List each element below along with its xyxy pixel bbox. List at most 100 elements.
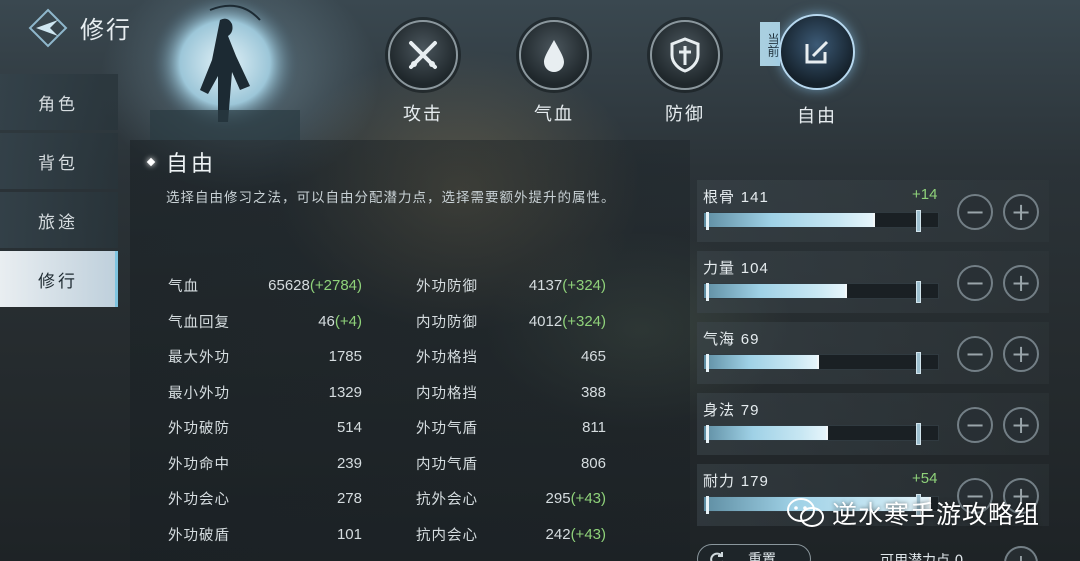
stat-value: 1785 bbox=[328, 348, 362, 366]
attribute-minus-button[interactable]: − bbox=[957, 194, 993, 230]
attribute-row-qi: 气海 69 − + bbox=[697, 322, 1049, 384]
wechat-icon bbox=[787, 498, 824, 527]
attribute-bar-fill bbox=[704, 426, 829, 440]
stat-value: 811 bbox=[582, 419, 606, 437]
tab-vitality[interactable]: 气血 bbox=[514, 20, 594, 126]
stat-value: 46(+4) bbox=[318, 312, 362, 330]
attribute-minus-button[interactable]: − bbox=[957, 407, 993, 443]
attribute-label: 身法 79 bbox=[703, 401, 760, 419]
stat-value: 65628(+2784) bbox=[268, 277, 362, 295]
attribute-bar-fill bbox=[704, 213, 875, 227]
stat-name: 气血 bbox=[168, 279, 199, 296]
reset-label: 重置 bbox=[748, 552, 776, 561]
attribute-minus-button[interactable]: − bbox=[957, 336, 993, 372]
attribute-bonus: +14 bbox=[912, 186, 938, 203]
tab-attack[interactable]: 攻击 bbox=[383, 20, 463, 126]
page-title: 修行 bbox=[80, 16, 132, 44]
attribute-bar bbox=[703, 352, 939, 374]
sidebar-item-bag[interactable]: 背包 bbox=[0, 133, 118, 189]
attribute-row-agility: 身法 79 − + bbox=[697, 393, 1049, 455]
stat-value: 4137(+324) bbox=[528, 277, 606, 295]
tab-label: 攻击 bbox=[403, 104, 443, 125]
tab-defense[interactable]: 防御 bbox=[645, 20, 725, 126]
stat-value: 465 bbox=[580, 348, 606, 366]
stat-name: 外功防御 bbox=[416, 279, 478, 296]
attribute-plus-button[interactable]: + bbox=[1003, 265, 1039, 301]
reset-button[interactable]: 重置 bbox=[697, 544, 811, 561]
section-description: 选择自由修习之法，可以自由分配潜力点，选择需要额外提升的属性。 bbox=[166, 190, 616, 206]
stat-name: 外功会心 bbox=[168, 492, 230, 509]
sidebar-item-character[interactable]: 角色 bbox=[0, 74, 118, 130]
bar-start-marker bbox=[706, 496, 709, 514]
attribute-label: 耐力 179 bbox=[703, 472, 769, 490]
bar-limit-marker bbox=[916, 352, 921, 374]
stat-name: 内功防御 bbox=[416, 314, 478, 331]
attribute-plus-button[interactable]: + bbox=[1003, 336, 1039, 372]
blood-drop-icon bbox=[519, 20, 589, 90]
stat-name: 抗内会心 bbox=[416, 527, 478, 544]
shield-icon bbox=[650, 20, 720, 90]
stat-row: 气血 65628(+2784) 外功防御 4137(+324) bbox=[168, 268, 618, 304]
attribute-label: 根骨 141 bbox=[703, 188, 769, 206]
stat-row: 外功会心 278 抗外会心 295(+43) bbox=[168, 481, 618, 517]
watermark: 逆水寒手游攻略组 bbox=[786, 495, 1040, 531]
sidebar-item-label: 角色 bbox=[38, 94, 78, 115]
bar-start-marker bbox=[706, 212, 709, 230]
stat-name: 抗外会心 bbox=[416, 492, 478, 509]
stat-value: 388 bbox=[580, 383, 606, 401]
stat-name: 外功命中 bbox=[168, 456, 230, 473]
sidebar-item-label: 修行 bbox=[38, 271, 78, 292]
bar-limit-marker bbox=[916, 423, 921, 445]
stat-value: 806 bbox=[580, 454, 606, 472]
attribute-plus-button[interactable]: + bbox=[1003, 194, 1039, 230]
stat-value: 295(+43) bbox=[545, 490, 606, 508]
stat-name: 气血回复 bbox=[168, 314, 230, 331]
swords-icon bbox=[388, 20, 458, 90]
stat-value: 101 bbox=[336, 525, 362, 543]
attribute-row-strength: 力量 104 − + bbox=[697, 251, 1049, 313]
attribute-bar-fill bbox=[704, 355, 819, 369]
stat-row: 最小外功 1329 内功格挡 388 bbox=[168, 375, 618, 411]
tab-label: 气血 bbox=[534, 104, 574, 125]
stat-name: 外功破防 bbox=[168, 421, 230, 438]
bar-start-marker bbox=[706, 283, 709, 301]
stat-value: 278 bbox=[336, 490, 362, 508]
bar-start-marker bbox=[706, 425, 709, 443]
attribute-plus-button[interactable]: + bbox=[1003, 407, 1039, 443]
sidebar-item-label: 旅途 bbox=[38, 212, 78, 233]
game-logo-icon bbox=[28, 8, 68, 48]
stat-value: 514 bbox=[336, 419, 362, 437]
stat-name: 外功气盾 bbox=[416, 421, 478, 438]
stat-row: 最大外功 1785 外功格挡 465 bbox=[168, 339, 618, 375]
stat-name: 内功格挡 bbox=[416, 385, 478, 402]
stat-value: 239 bbox=[336, 454, 362, 472]
section-title-text: 自由 bbox=[166, 152, 217, 177]
stat-value: 1329 bbox=[328, 383, 362, 401]
refresh-icon bbox=[710, 552, 723, 561]
stat-name: 最小外功 bbox=[168, 385, 230, 402]
tab-label: 防御 bbox=[665, 104, 705, 125]
tab-free[interactable]: 自由 bbox=[777, 14, 857, 128]
bar-limit-marker bbox=[916, 281, 921, 303]
sidebar-item-journey[interactable]: 旅途 bbox=[0, 192, 118, 248]
section-title: 自由 bbox=[146, 146, 217, 178]
stat-row: 气血回复 46(+4) 内功防御 4012(+324) bbox=[168, 304, 618, 340]
sidebar-item-cultivation[interactable]: 修行 bbox=[0, 251, 118, 307]
potential-points: 可用潜力点 0 bbox=[880, 553, 964, 561]
attribute-minus-button[interactable]: − bbox=[957, 265, 993, 301]
stat-row: 外功命中 239 内功气盾 806 bbox=[168, 446, 618, 482]
edit-icon bbox=[779, 14, 855, 90]
attribute-bonus: +54 bbox=[912, 470, 938, 487]
stat-name: 最大外功 bbox=[168, 350, 230, 367]
stats-table: 气血 65628(+2784) 外功防御 4137(+324) 气血回复 46(… bbox=[168, 268, 618, 552]
attribute-label: 力量 104 bbox=[703, 259, 769, 277]
attribute-row-constitution: 根骨 141 +14 − + bbox=[697, 180, 1049, 242]
stat-name: 内功气盾 bbox=[416, 456, 478, 473]
stat-row: 外功破防 514 外功气盾 811 bbox=[168, 410, 618, 446]
watermark-text: 逆水寒手游攻略组 bbox=[832, 500, 1041, 529]
stat-row: 外功破盾 101 抗内会心 242(+43) bbox=[168, 517, 618, 553]
attribute-bar bbox=[703, 210, 939, 232]
stat-name: 外功破盾 bbox=[168, 527, 230, 544]
stat-name: 外功格挡 bbox=[416, 350, 478, 367]
tab-label: 自由 bbox=[797, 106, 837, 127]
